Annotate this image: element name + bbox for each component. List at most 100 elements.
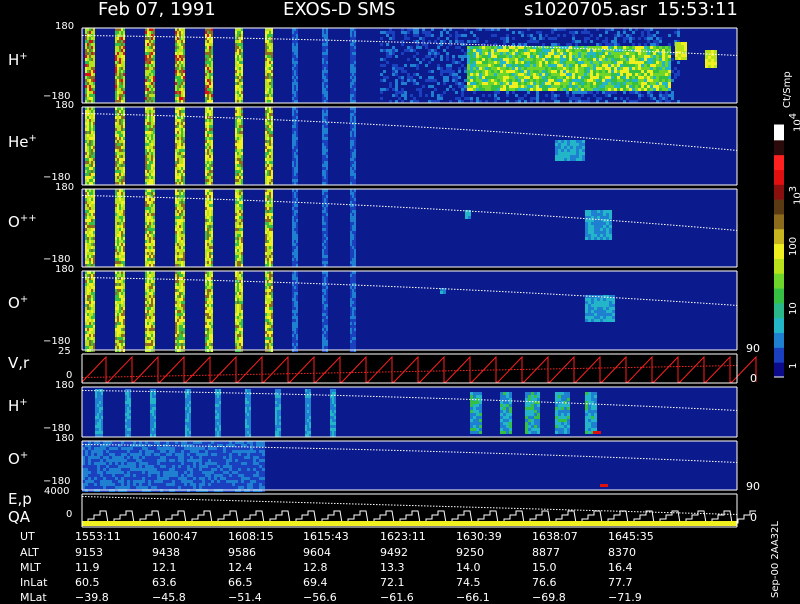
spectrogram-cell xyxy=(121,125,123,128)
spectrogram-cell xyxy=(115,289,117,292)
spectrogram-cell xyxy=(271,237,273,240)
spectrogram-cell xyxy=(209,228,211,231)
spectrogram-cell xyxy=(211,346,213,349)
spectrogram-cell xyxy=(239,73,241,76)
spectrogram-cell xyxy=(296,219,298,222)
spectrogram-cell xyxy=(269,274,271,277)
spectrogram-cell xyxy=(419,82,422,85)
spectrogram-cell xyxy=(294,207,296,210)
spectrogram-cell xyxy=(326,46,328,49)
spectrogram-cell xyxy=(205,225,207,228)
spectrogram-cell xyxy=(151,119,153,122)
spectrogram-cell xyxy=(177,152,179,155)
spectrogram-cell xyxy=(87,252,89,255)
spectrogram-cell xyxy=(354,88,356,91)
spectrogram-cell xyxy=(383,49,386,52)
spectrogram-cell xyxy=(354,328,356,331)
spectrogram-cell xyxy=(452,58,455,61)
spectrogram-cell xyxy=(449,70,452,73)
spectrogram-cell xyxy=(147,319,149,322)
spectrogram-cell xyxy=(395,64,398,67)
spectrogram-cell xyxy=(153,52,155,55)
spectrogram-cell xyxy=(153,173,155,176)
spectrogram-cell xyxy=(151,225,153,228)
spectrogram-cell xyxy=(93,94,95,97)
spectrogram-cell xyxy=(115,252,117,255)
spectrogram-cell xyxy=(294,152,296,155)
spectrogram-cell xyxy=(326,113,328,116)
panel-bg xyxy=(82,387,737,437)
spectrogram-cell xyxy=(434,40,437,43)
spectrogram-cell xyxy=(443,73,446,76)
spectrogram-cell xyxy=(326,216,328,219)
spectrogram-cell xyxy=(87,161,89,164)
spectrogram-cell xyxy=(209,195,211,198)
spectrogram-cell xyxy=(151,58,153,61)
spectrogram-cell xyxy=(458,73,461,76)
spectrogram-cell xyxy=(326,143,328,146)
spectrogram-cell xyxy=(271,179,273,182)
spectrogram-cell xyxy=(183,131,185,134)
spectrogram-cell xyxy=(177,222,179,225)
spectrogram-cell xyxy=(237,198,239,201)
spectrogram-cell xyxy=(294,31,296,34)
spectrogram-cell xyxy=(119,170,121,173)
spectrogram-cell xyxy=(179,94,181,97)
spectrogram-cell xyxy=(117,255,119,258)
spectrogram-cell xyxy=(267,204,269,207)
spectrogram-cell xyxy=(115,261,117,264)
spectrogram-cell xyxy=(440,94,443,97)
spectrogram-cell xyxy=(151,201,153,204)
spectrogram-cell xyxy=(175,170,177,173)
spectrogram-cell xyxy=(205,146,207,149)
spectrogram-cell xyxy=(422,43,425,46)
spectrogram-cell xyxy=(149,328,151,331)
spectrogram-cell xyxy=(115,328,117,331)
spectrogram-cell xyxy=(292,334,294,337)
spectrogram-cell xyxy=(267,88,269,91)
spectrogram-cell xyxy=(267,43,269,46)
spectrogram-cell xyxy=(416,85,419,88)
spectrogram-cell xyxy=(237,76,239,79)
spectrogram-cell xyxy=(392,52,395,55)
spectrogram-cell xyxy=(350,149,352,152)
spectrogram-cell xyxy=(85,343,87,346)
spectrogram-cell xyxy=(145,228,147,231)
spectrogram-cell xyxy=(267,274,269,277)
spectrogram-cell xyxy=(267,222,269,225)
spectrogram-cell xyxy=(292,289,294,292)
spectrogram-cell xyxy=(153,343,155,346)
spectrogram-cell xyxy=(443,31,446,34)
spectrogram-cell xyxy=(207,334,209,337)
spectrogram-cell xyxy=(294,216,296,219)
spectrogram-cell xyxy=(428,64,431,67)
spectrogram-cell xyxy=(239,52,241,55)
spectrogram-cell xyxy=(404,73,407,76)
spectrogram-cell xyxy=(153,274,155,277)
spectrogram-cell xyxy=(153,43,155,46)
spectrogram-cell xyxy=(123,243,125,246)
spectrogram-cell xyxy=(93,331,95,334)
spectrogram-cell xyxy=(211,128,213,131)
spectrogram-cell xyxy=(153,85,155,88)
spectrogram-cell xyxy=(241,146,243,149)
spectrogram-cell xyxy=(241,274,243,277)
spectrogram-cell xyxy=(294,286,296,289)
spectrogram-cell xyxy=(151,46,153,49)
spectrogram-cell xyxy=(241,340,243,343)
spectrogram-cell xyxy=(269,255,271,258)
spectrogram-cell xyxy=(179,55,181,58)
spectrogram-cell xyxy=(265,40,267,43)
spectrogram-cell xyxy=(207,207,209,210)
spectrogram-cell xyxy=(392,82,395,85)
spectrogram-cell xyxy=(207,131,209,134)
spectrogram-cell xyxy=(350,258,352,261)
spectrogram-cell xyxy=(211,140,213,143)
spectrogram-cell xyxy=(205,152,207,155)
spectrogram-cell xyxy=(211,225,213,228)
spectrogram-cell xyxy=(205,158,207,161)
spectrogram-cell xyxy=(117,337,119,340)
spectrogram-cell xyxy=(119,237,121,240)
spectrogram-cell xyxy=(123,198,125,201)
spectrogram-cell xyxy=(241,243,243,246)
